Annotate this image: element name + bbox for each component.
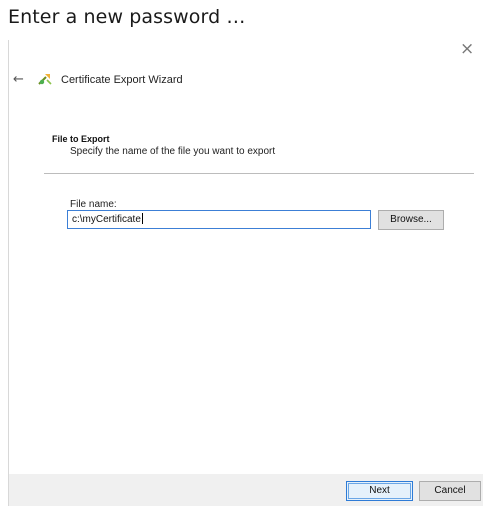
- cancel-button[interactable]: Cancel: [419, 481, 481, 501]
- next-button[interactable]: Next: [346, 481, 413, 501]
- browse-button[interactable]: Browse...: [378, 210, 444, 230]
- certificate-export-dialog: × ← Certificate Export Wizard File to Ex…: [8, 40, 483, 506]
- wizard-footer: Next Cancel: [9, 474, 483, 506]
- wizard-title: Certificate Export Wizard: [61, 74, 183, 86]
- wizard-titlebar: ← Certificate Export Wizard: [9, 70, 483, 92]
- file-name-label: File name:: [70, 199, 117, 210]
- back-arrow-icon[interactable]: ←: [13, 72, 24, 87]
- file-name-input[interactable]: c:\myCertificate: [67, 210, 371, 229]
- section-title: File to Export: [52, 134, 110, 144]
- header-divider: [44, 173, 474, 174]
- text-caret: [141, 213, 143, 224]
- file-name-value: c:\myCertificate: [72, 214, 141, 225]
- section-subtitle: Specify the name of the file you want to…: [70, 146, 276, 157]
- certificate-wizard-icon: [37, 71, 53, 87]
- close-icon[interactable]: ×: [460, 41, 474, 58]
- page-caption: Enter a new password …: [8, 6, 246, 28]
